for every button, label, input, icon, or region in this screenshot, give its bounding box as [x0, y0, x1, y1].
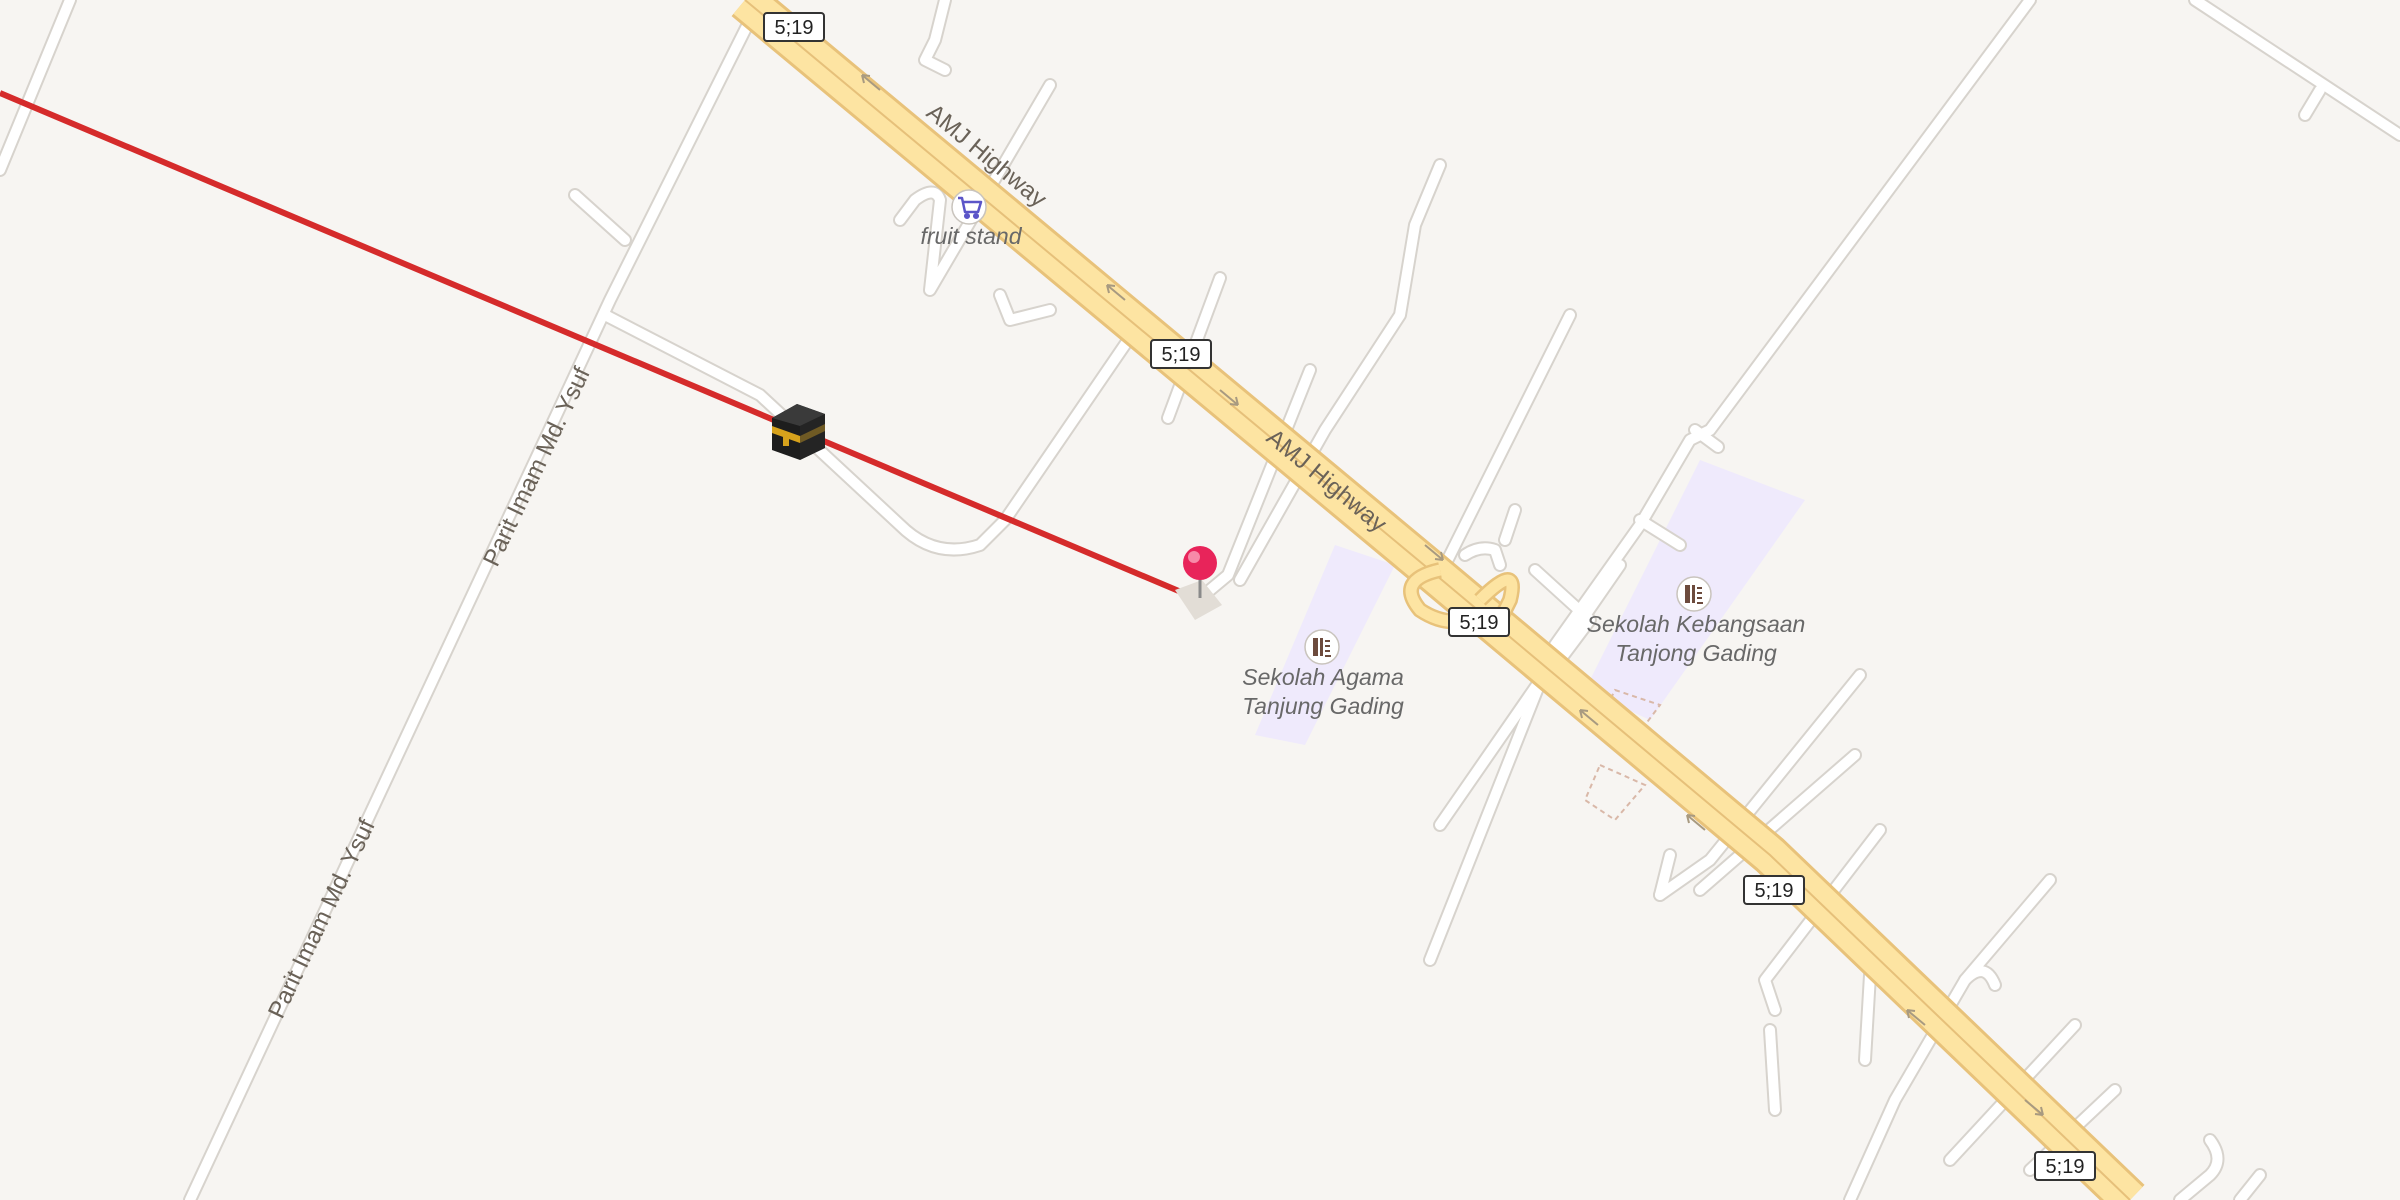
poi-label-line2: Tanjung Gading: [1242, 693, 1404, 719]
route-shield: 5;19: [1150, 339, 1212, 369]
svg-text:5;19: 5;19: [775, 17, 814, 39]
svg-text:5;19: 5;19: [2046, 1156, 2085, 1178]
poi-label-line1: Sekolah Agama: [1242, 664, 1404, 690]
map-canvas[interactable]: AMJ Highway AMJ Highway Parit Imam Md. Y…: [0, 0, 2400, 1200]
poi-label-line1: Sekolah Kebangsaan: [1587, 611, 1806, 637]
svg-text:5;19: 5;19: [1460, 612, 1499, 634]
poi-label: fruit stand: [921, 223, 1023, 249]
route-shield: 5;19: [1448, 607, 1510, 637]
svg-text:5;19: 5;19: [1755, 880, 1794, 902]
svg-text:5;19: 5;19: [1162, 344, 1201, 366]
map-pin-icon: [1183, 546, 1217, 580]
route-shield: 5;19: [763, 12, 825, 42]
route-shield: 5;19: [1743, 875, 1805, 905]
poi-label-line2: Tanjong Gading: [1615, 640, 1777, 666]
route-shield: 5;19: [2034, 1151, 2096, 1181]
